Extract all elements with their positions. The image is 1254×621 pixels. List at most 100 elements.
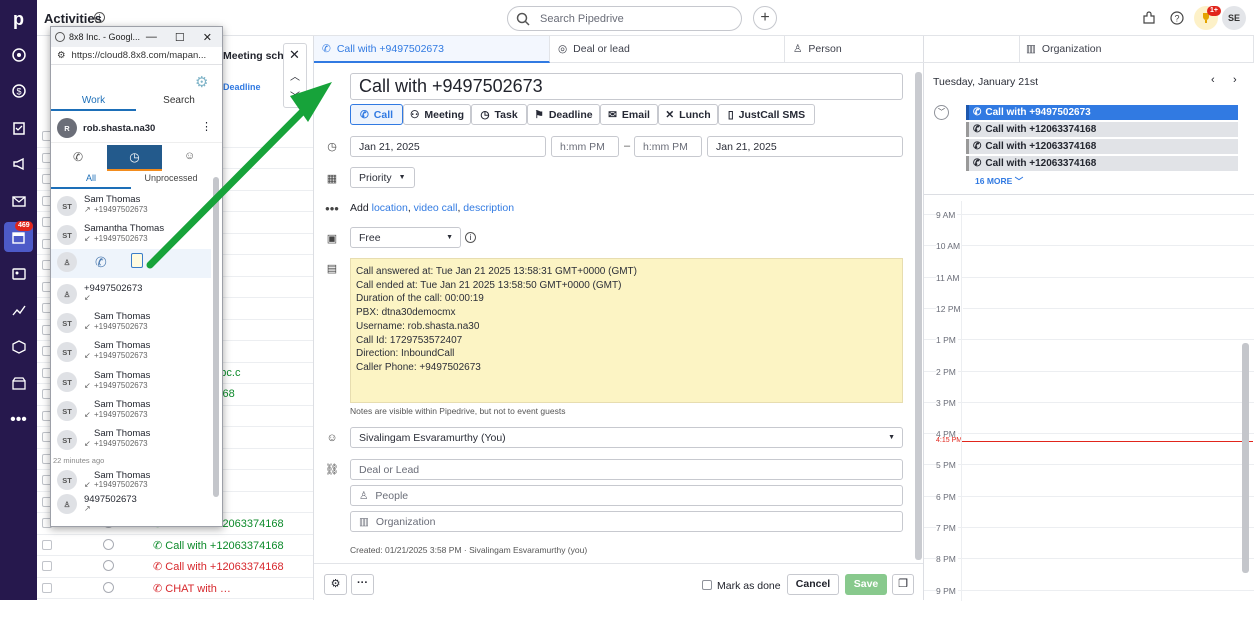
end-time-input[interactable]: h:mm PM [634, 136, 702, 157]
start-time-input[interactable]: h:mm PM [551, 136, 619, 157]
subject-input[interactable]: Call with +9497502673 [350, 73, 903, 100]
calendar-event[interactable]: ✆ Call with +9497502673 [966, 105, 1238, 120]
call-history-item[interactable]: ST Sam Thomas ↙ +19497502673 [51, 310, 211, 339]
hour-slot[interactable]: 4 PM [924, 429, 1254, 464]
deal-or-lead-input[interactable]: Deal or Lead [350, 459, 903, 480]
phone-icon[interactable]: ✆ [73, 150, 83, 164]
done-circle[interactable] [103, 581, 114, 593]
organization-input[interactable]: ▥ Organization [350, 511, 903, 532]
hour-slot[interactable]: 6 PM [924, 491, 1254, 527]
hour-slot[interactable]: 2 PM [924, 366, 1254, 402]
row-subject[interactable]: ✆ Call with +12063374168 [153, 560, 284, 573]
tab-organization[interactable]: ▥ Organization [1018, 36, 1254, 63]
dialer-scrollbar[interactable] [213, 177, 219, 497]
add-plus-button[interactable]: + [753, 6, 777, 30]
more-events-link[interactable]: 16 MORE ﹀ [975, 175, 1023, 187]
extensions-puzzle-icon[interactable] [1137, 6, 1161, 30]
insights-chart-icon[interactable] [0, 295, 37, 325]
done-circle[interactable] [103, 538, 114, 550]
contacts-card-icon[interactable] [0, 259, 37, 289]
add-location-link[interactable]: location [372, 202, 408, 214]
calendar-event[interactable]: ✆ Call with +12063374168 [966, 122, 1238, 137]
clipboard-icon[interactable] [0, 113, 37, 143]
minimize-icon[interactable]: — [146, 31, 157, 44]
cancel-button[interactable]: Cancel [787, 574, 839, 595]
type-justcall-button[interactable]: ▯ JustCall SMS [718, 104, 815, 125]
help-icon[interactable]: ? [1165, 6, 1189, 30]
info-icon[interactable]: i [94, 12, 105, 23]
add-description-link[interactable]: description [463, 202, 514, 214]
products-box-icon[interactable] [0, 332, 37, 362]
info-icon[interactable]: i [465, 232, 476, 243]
close-icon[interactable]: ✕ [203, 31, 212, 44]
row-subject[interactable]: ✆ Call with +12063374168 [153, 539, 284, 552]
more-dots-icon[interactable]: ••• [0, 405, 37, 435]
row-subject[interactable]: ✆ CHAT with … [153, 582, 231, 595]
hour-slot[interactable]: 11 AM [924, 272, 1254, 308]
hour-slot[interactable]: 9 PM [924, 585, 1254, 621]
hour-slot[interactable]: 8 PM [924, 554, 1254, 589]
pipedrive-logo-icon[interactable]: p [0, 4, 37, 34]
call-history-item[interactable]: ST Sam Thomas ↙ +19497502673 [51, 427, 211, 456]
call-history-item[interactable]: ♙ +9497502673 ↙ [51, 281, 211, 310]
settings-gear-icon[interactable]: ⚙ [195, 73, 208, 91]
maximize-icon[interactable]: ☐ [175, 31, 185, 44]
global-search-input[interactable]: Search Pipedrive [507, 6, 742, 31]
prev-day-chevron-icon[interactable]: ‹ [1211, 74, 1215, 86]
tab-search[interactable]: Search [136, 95, 222, 111]
calendar-event[interactable]: ✆ Call with +12063374168 [966, 156, 1238, 171]
deals-dollar-icon[interactable]: $ [0, 76, 37, 106]
call-history-item[interactable]: ST Sam Thomas ↙ +19497502673 [51, 369, 211, 398]
call-back-phone-icon[interactable]: ✆ [95, 254, 107, 271]
mark-done-checkbox[interactable] [702, 580, 712, 590]
done-circle[interactable] [103, 560, 114, 571]
filter-all[interactable]: All [51, 173, 131, 189]
calendar-scrollbar[interactable] [1242, 343, 1249, 573]
start-date-input[interactable]: Jan 21, 2025 [350, 136, 546, 157]
type-meeting-button[interactable]: ⚇ Meeting [403, 104, 471, 125]
hour-slot[interactable]: 10 AM [924, 241, 1254, 276]
popup-url-bar[interactable]: ⚙ https://cloud8.8x8.com/mapan... [51, 47, 222, 65]
free-busy-select[interactable]: Free ▼ [350, 227, 461, 248]
hour-slot[interactable]: 3 PM [924, 397, 1254, 433]
table-row[interactable]: ✆ Call with +12063374168 [37, 556, 313, 578]
type-task-button[interactable]: ◷ Task [471, 104, 527, 125]
tab-activity[interactable]: ✆ Call with +9497502673 [314, 36, 550, 63]
hour-slot[interactable]: 9 AM [924, 210, 1254, 245]
marketplace-store-icon[interactable] [0, 368, 37, 398]
table-row[interactable]: ✆ CHAT with … [37, 578, 313, 599]
call-history-item[interactable]: ST Sam Thomas ↗ +19497502673 [51, 193, 211, 222]
close-panel-icon[interactable]: ✕ [289, 47, 300, 63]
call-history-item[interactable]: ♙ ✆ [51, 249, 211, 278]
tab-meeting-partial[interactable]: Meeting sch [223, 50, 284, 62]
call-history-item[interactable]: ♙ 9497502673 ↗ [51, 491, 211, 520]
type-call-button[interactable]: ✆ Call [350, 104, 403, 125]
call-history-item[interactable]: ST Sam Thomas ↙ +19497502673 [51, 339, 211, 368]
previous-up-icon[interactable]: ︿ [290, 68, 300, 83]
tab-deal-or-lead[interactable]: ◎ Deal or lead [550, 36, 785, 63]
call-history-item[interactable]: ST Sam Thomas ↙ +19497502673 [51, 398, 211, 427]
priority-select[interactable]: Priority ▼ [350, 167, 415, 188]
type-email-button[interactable]: ✉ Email [600, 104, 658, 125]
user-avatar[interactable]: SE [1222, 6, 1246, 30]
tab-person[interactable]: ♙ Person [785, 36, 1020, 63]
next-day-chevron-icon[interactable]: › [1233, 74, 1237, 86]
kebab-menu-icon[interactable]: ⋮ [201, 120, 212, 133]
history-clock-icon[interactable]: ◷ [107, 145, 162, 171]
settings-gear-icon[interactable]: ⚙ [324, 574, 347, 595]
row-checkbox[interactable] [42, 561, 52, 571]
type-lunch-button[interactable]: ✕ Lunch [658, 104, 718, 125]
more-options-button[interactable]: ··· [351, 574, 374, 595]
save-button[interactable]: Save [845, 574, 887, 595]
call-history-item[interactable]: ST Samantha Thomas ↙ +19497502673 [51, 222, 211, 251]
mail-icon[interactable] [0, 186, 37, 216]
contacts-group-icon[interactable]: ☺ [184, 150, 195, 162]
add-video-call-link[interactable]: video call [414, 202, 458, 214]
calendar-event[interactable]: ✆ Call with +12063374168 [966, 139, 1238, 154]
notes-area[interactable]: Call answered at: Tue Jan 21 2025 13:58:… [350, 258, 903, 403]
hour-slot[interactable]: 12 PM [924, 303, 1254, 339]
table-row[interactable]: ✆ Call with +12063374168 [37, 535, 313, 556]
type-deadline-button[interactable]: ⚑ Deadline [527, 104, 600, 125]
filter-unprocessed[interactable]: Unprocessed [131, 173, 211, 189]
duplicate-icon[interactable]: ❐ [892, 574, 914, 595]
